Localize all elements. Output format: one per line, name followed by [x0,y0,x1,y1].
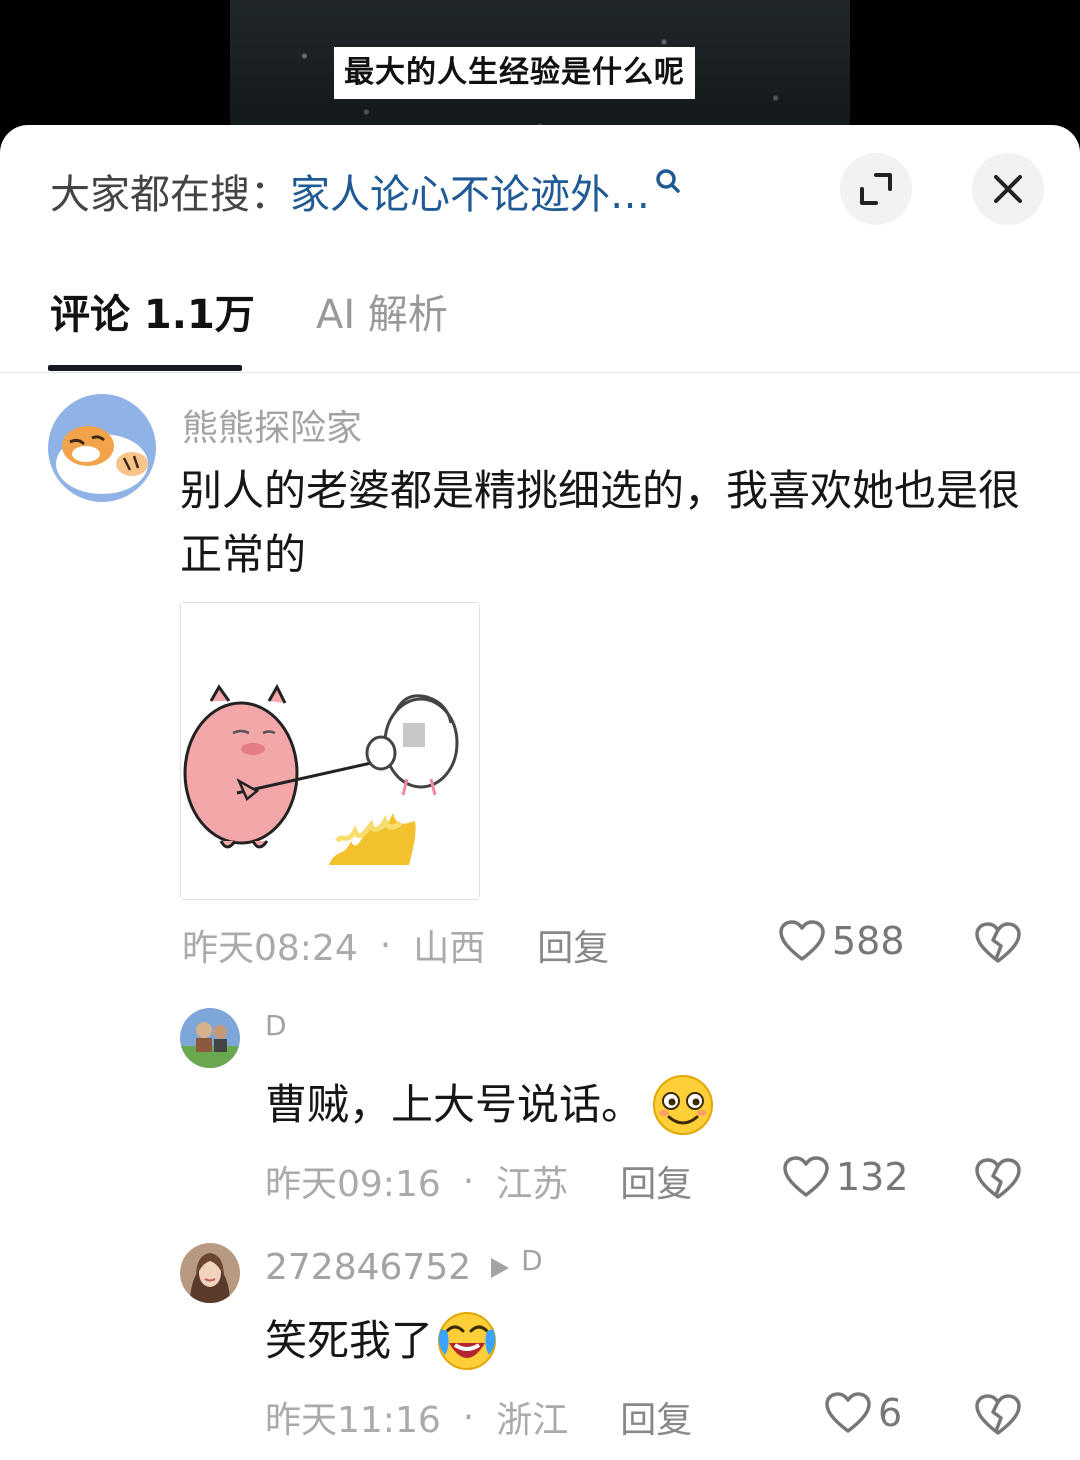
like-count: 6 [878,1391,903,1435]
pig-roasting-sticker [181,603,479,899]
reply-arrow-icon [491,1257,510,1278]
comments-sheet: 大家都在搜： 家人论心不论迹外… 评论 1.1万 AI 解析 熊熊探险家 别人的… [0,125,1080,1460]
video-caption: 最大的人生经验是什么呢 [334,47,695,99]
reply-target-username[interactable]: D [521,1244,543,1277]
comment-text[interactable]: 曹贼，上大号说话。 [265,1073,715,1137]
comment-time: 昨天09:16 [265,1164,441,1205]
comment-text-content: 笑死我了 [265,1316,434,1365]
video-player[interactable]: 最大的人生经验是什么呢 [0,0,1080,140]
reply-username-row: 272846752 D [265,1244,543,1288]
trending-search-prefix: 大家都在搜： [50,172,290,218]
laughing-crying-emoji-icon [438,1312,497,1370]
like-button[interactable]: 6 [824,1391,902,1435]
comment-text-content: 曹贼，上大号说话。 [265,1080,644,1129]
comment-meta: 昨天08:24 · 山西 回复 [182,919,609,971]
expand-button[interactable] [840,153,912,225]
like-count: 132 [836,1155,909,1199]
user-photo-avatar [180,1243,240,1303]
comment-time: 昨天11:16 [265,1400,441,1441]
comment-text[interactable]: 笑死我了 [265,1309,499,1373]
reply-button[interactable]: 回复 [620,1155,692,1207]
reply-button[interactable]: 回复 [620,1391,692,1443]
comment-location: 山西 [413,928,486,969]
trending-search-link[interactable]: 家人论心不论迹外… [290,162,650,220]
tiger-avatar-image [48,394,156,502]
comment-location: 浙江 [496,1400,569,1441]
heart-icon [783,1156,829,1197]
comment-username[interactable]: D [265,1009,287,1042]
comment-meta: 昨天11:16 · 浙江 回复 [265,1391,692,1443]
active-tab-indicator [48,365,242,371]
smile-emoji-icon [653,1075,714,1135]
heart-icon [779,920,825,961]
dislike-button[interactable] [974,1393,1022,1441]
broken-heart-icon [975,1158,1021,1199]
tab-ai-analysis[interactable]: AI 解析 [316,285,448,345]
comment-time: 昨天08:24 [182,928,358,969]
search-icon[interactable] [654,167,682,201]
comment-username[interactable]: 熊熊探险家 [182,399,362,451]
avatar[interactable] [180,1243,240,1303]
user-photo-avatar [180,1008,240,1068]
broken-heart-icon [975,1394,1021,1435]
like-button[interactable]: 588 [778,919,905,963]
expand-icon [860,173,892,205]
comment-text[interactable]: 别人的老婆都是精挑细选的，我喜欢她也是很正常的 [180,459,1020,587]
trending-search[interactable]: 大家都在搜： 家人论心不论迹外… [50,163,682,219]
avatar[interactable] [180,1008,240,1068]
comment-username[interactable]: 272846752 [265,1247,471,1288]
tab-bar: 评论 1.1万 AI 解析 [0,275,1080,373]
meta-separator: · [462,1396,475,1438]
broken-heart-icon [975,922,1021,963]
reply-button[interactable]: 回复 [537,919,609,971]
avatar[interactable] [48,394,156,502]
dislike-button[interactable] [974,1157,1022,1205]
like-count: 588 [832,919,905,963]
dislike-button[interactable] [974,921,1022,969]
like-button[interactable]: 132 [782,1155,909,1199]
close-button[interactable] [972,153,1044,225]
close-icon [994,175,1022,203]
heart-icon [825,1392,871,1433]
comment-sticker[interactable] [180,602,480,900]
meta-separator: · [379,924,392,966]
comment-meta: 昨天09:16 · 江苏 回复 [265,1155,692,1207]
meta-separator: · [462,1160,475,1202]
tab-comments[interactable]: 评论 1.1万 [50,285,255,345]
comment-location: 江苏 [496,1164,569,1205]
